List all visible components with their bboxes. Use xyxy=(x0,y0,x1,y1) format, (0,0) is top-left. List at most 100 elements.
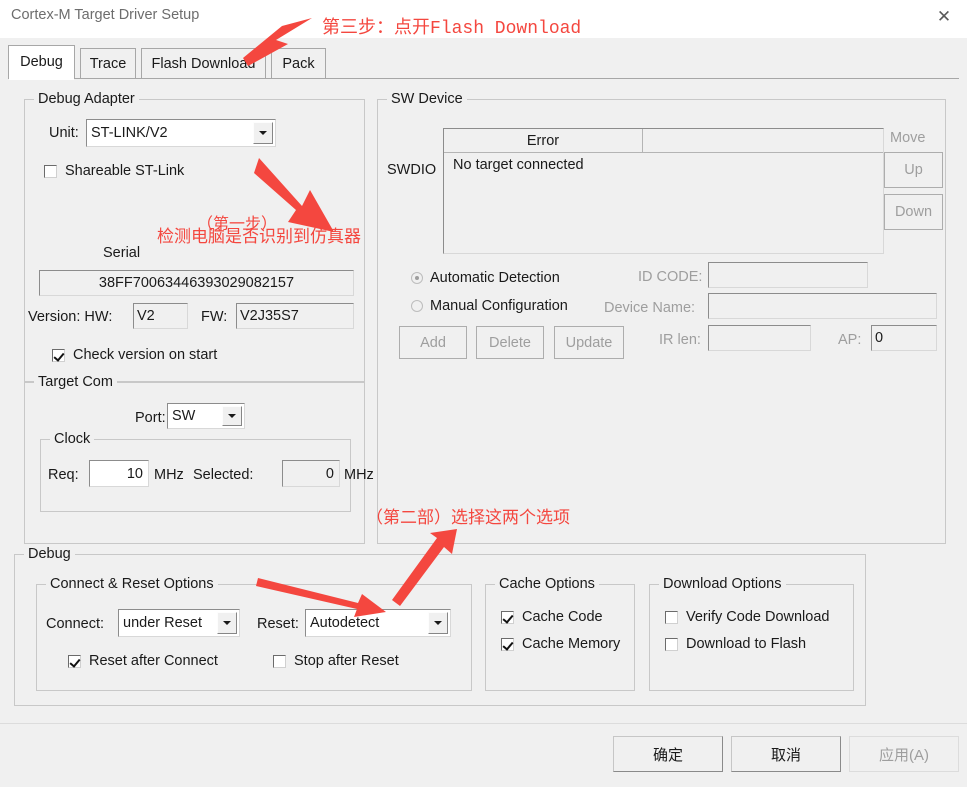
serial-field[interactable]: 38FF70063446393029082157 xyxy=(39,270,354,296)
apply-label: 应用(A) xyxy=(879,746,929,764)
cache-memory-checkbox[interactable]: Cache Memory xyxy=(501,636,620,652)
device-name-label: Device Name: xyxy=(604,300,696,316)
move-down-button[interactable]: Down xyxy=(884,194,943,230)
verify-code-download-label: Verify Code Download xyxy=(686,609,830,625)
cache-code-checkbox[interactable]: Cache Code xyxy=(501,609,603,625)
tab-pack[interactable]: Pack xyxy=(271,48,326,78)
unit-combobox[interactable]: ST-LINK/V2 xyxy=(86,119,276,147)
delete-button[interactable]: Delete xyxy=(476,326,544,359)
port-combobox-value: SW xyxy=(172,408,196,424)
device-name-field[interactable] xyxy=(708,293,937,319)
dialog-body: Debug Adapter Unit: ST-LINK/V2 Shareable… xyxy=(0,79,967,723)
stop-after-reset-checkbox-box xyxy=(273,654,286,668)
check-version-on-start-checkbox[interactable]: Check version on start xyxy=(52,347,217,363)
ap-value: 0 xyxy=(875,330,884,346)
window-title: Cortex-M Target Driver Setup xyxy=(11,7,200,23)
fw-version-value: V2J35S7 xyxy=(240,308,299,324)
unit-label: Unit: xyxy=(49,125,79,141)
chevron-down-icon[interactable] xyxy=(222,406,242,426)
tab-debug[interactable]: Debug xyxy=(8,45,75,78)
debug-adapter-group: Debug Adapter Unit: ST-LINK/V2 Shareable… xyxy=(24,91,365,382)
port-combobox[interactable]: SW xyxy=(167,403,245,429)
cache-memory-label: Cache Memory xyxy=(522,636,621,652)
ok-label: 确定 xyxy=(652,746,683,764)
ir-len-field[interactable] xyxy=(708,325,811,351)
cancel-button[interactable]: 取消 xyxy=(731,736,841,772)
clock-group: Clock Req: 10 MHz Selected: 0 MHz xyxy=(40,431,374,512)
table-row[interactable]: No target connected xyxy=(444,154,883,176)
ap-label: AP: xyxy=(838,332,862,348)
dialog-footer: 确定 取消 应用(A) xyxy=(0,723,967,787)
chevron-down-icon[interactable] xyxy=(253,122,273,144)
stop-after-reset-checkbox[interactable]: Stop after Reset xyxy=(273,653,399,669)
manual-configuration-radio[interactable]: Manual Configuration xyxy=(411,298,568,314)
req-clock-field[interactable]: 10 xyxy=(89,460,149,487)
id-code-label: ID CODE: xyxy=(638,269,703,285)
sw-device-listview-header: Error xyxy=(444,129,883,153)
chevron-down-icon[interactable] xyxy=(428,612,448,634)
automatic-detection-radio[interactable]: Automatic Detection xyxy=(411,270,560,286)
reset-after-connect-label: Reset after Connect xyxy=(89,653,218,669)
connect-combobox[interactable]: under Reset xyxy=(118,609,240,637)
download-to-flash-label: Download to Flash xyxy=(686,636,807,652)
cache-memory-checkbox-box xyxy=(501,637,514,651)
selected-label: Selected: xyxy=(193,467,254,483)
selected-clock-field: 0 xyxy=(282,460,340,487)
sw-device-group-label: SW Device xyxy=(387,91,467,107)
unit-combobox-value: ST-LINK/V2 xyxy=(91,125,168,141)
tab-debug-label: Debug xyxy=(20,54,63,70)
download-options-group-label: Download Options xyxy=(659,576,786,592)
req-label: Req: xyxy=(48,467,79,483)
ok-button[interactable]: 确定 xyxy=(613,736,723,772)
connect-reset-options-group-label: Connect & Reset Options xyxy=(46,576,218,592)
row-error-cell: No target connected xyxy=(453,157,584,173)
title-bar: Cortex-M Target Driver Setup ✕ xyxy=(0,0,967,38)
update-label: Update xyxy=(565,334,613,351)
move-down-label: Down xyxy=(894,204,933,220)
download-options-group: Download Options Verify Code Download Do… xyxy=(649,576,854,691)
stop-after-reset-label: Stop after Reset xyxy=(294,653,399,669)
fw-version-field[interactable]: V2J35S7 xyxy=(236,303,354,329)
connect-label: Connect: xyxy=(46,616,105,632)
cache-options-group-label: Cache Options xyxy=(495,576,599,592)
reset-combobox[interactable]: Autodetect xyxy=(305,609,451,637)
delete-label: Delete xyxy=(489,334,531,351)
move-up-button[interactable]: Up xyxy=(884,152,943,188)
add-label: Add xyxy=(420,334,446,351)
reset-after-connect-checkbox[interactable]: Reset after Connect xyxy=(68,653,218,669)
port-label: Port: xyxy=(135,410,166,426)
debug-group: Debug Connect & Reset Options Connect: u… xyxy=(14,546,866,706)
column-header-error[interactable]: Error xyxy=(444,129,643,153)
add-button[interactable]: Add xyxy=(399,326,467,359)
ir-len-label: IR len: xyxy=(659,332,701,348)
column-header-blank[interactable] xyxy=(643,129,883,153)
fw-label: FW: xyxy=(201,309,228,325)
ap-field[interactable]: 0 xyxy=(871,325,937,351)
check-version-on-start-checkbox-box xyxy=(52,348,65,362)
chevron-down-icon[interactable] xyxy=(217,612,237,634)
verify-code-download-checkbox[interactable]: Verify Code Download xyxy=(665,609,829,625)
reset-after-connect-checkbox-box xyxy=(68,654,81,668)
move-up-label: Up xyxy=(904,162,923,178)
version-label: Version: HW: xyxy=(28,309,113,325)
shareable-st-link-checkbox[interactable]: Shareable ST-Link xyxy=(44,163,184,179)
selected-clock-value: 0 xyxy=(325,465,334,482)
automatic-detection-radio-dot xyxy=(411,272,423,284)
debug-group-label: Debug xyxy=(24,546,75,562)
update-button[interactable]: Update xyxy=(554,326,624,359)
sw-device-listview[interactable]: Error No target connected xyxy=(443,128,884,254)
tab-strip: Debug Trace Flash Download Pack xyxy=(8,45,959,79)
tab-trace[interactable]: Trace xyxy=(80,48,136,78)
check-version-on-start-label: Check version on start xyxy=(73,347,218,363)
apply-button[interactable]: 应用(A) xyxy=(849,736,959,772)
reset-combobox-value: Autodetect xyxy=(310,615,380,631)
close-icon[interactable]: ✕ xyxy=(921,0,967,33)
debug-adapter-group-label: Debug Adapter xyxy=(34,91,139,107)
tab-flash-download[interactable]: Flash Download xyxy=(141,48,266,78)
id-code-field[interactable] xyxy=(708,262,868,288)
cache-options-group: Cache Options Cache Code Cache Memory xyxy=(485,576,635,691)
hw-version-field[interactable]: V2 xyxy=(133,303,188,329)
download-to-flash-checkbox[interactable]: Download to Flash xyxy=(665,636,806,652)
swdio-label: SWDIO xyxy=(387,162,437,178)
selected-unit-label: MHz xyxy=(344,467,374,483)
